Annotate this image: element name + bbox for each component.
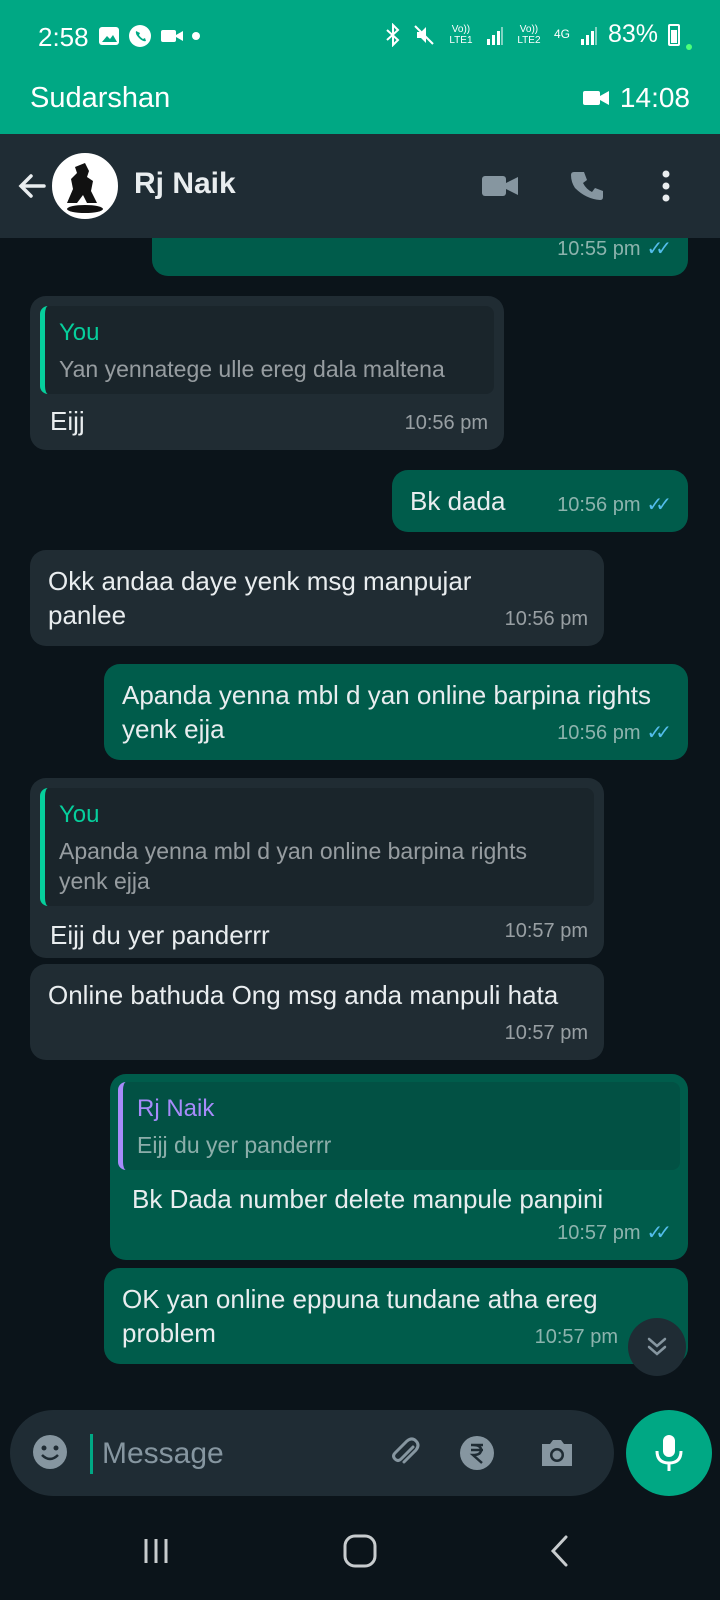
bluetooth-icon: [386, 22, 400, 47]
message-time: 10:56 pm: [504, 608, 588, 630]
video-call-banner-icon: [582, 91, 609, 105]
read-ticks-icon: ✓✓: [646, 494, 671, 516]
message-meta: 10:57 pm ✓✓: [557, 1216, 672, 1250]
notification-icons: [98, 24, 200, 48]
battery-percent: 83%: [607, 20, 658, 48]
message-time: 10:56 pm: [557, 722, 641, 744]
emoji-icon[interactable]: [30, 1432, 70, 1472]
status-time: 2:58: [38, 22, 89, 52]
message-meta: 10:56 pm: [505, 602, 588, 636]
quoted-text: Eijj du yer panderrr: [137, 1132, 332, 1158]
video-notification-icon: [161, 30, 183, 42]
status-bar: 2:58 Vo)) LTE1 Vo)) LTE2 4G 83%: [0, 0, 720, 72]
scroll-down-button[interactable]: [628, 1318, 686, 1376]
nav-back-icon: [550, 1535, 568, 1567]
message-meta: 10:56 pm ✓✓: [557, 716, 672, 750]
sim2-label: Vo)) LTE2: [517, 23, 541, 46]
message-time: 10:57 pm: [557, 1222, 641, 1244]
message-bubble-incoming[interactable]: You Apanda yenna mbl d yan online barpin…: [30, 778, 604, 958]
message-bubble-incoming[interactable]: Okk andaa daye yenk msg manpujar panlee …: [30, 550, 604, 646]
message-text: Online bathuda Ong msg anda manpuli hata: [48, 980, 559, 1010]
message-time: 10:57 pm: [504, 920, 588, 942]
message-time: 10:57 pm: [534, 1326, 618, 1348]
battery-icon: [668, 23, 680, 46]
message-input[interactable]: [102, 1434, 362, 1474]
quoted-sender: You: [59, 801, 100, 828]
rupee-payment-icon[interactable]: [456, 1432, 498, 1474]
message-bubble-outgoing[interactable]: Apanda yenna mbl d yan online barpina ri…: [104, 664, 688, 760]
message-bubble-outgoing[interactable]: Bk dada 10:56 pm ✓✓: [392, 470, 688, 532]
chat-area[interactable]: 10:55 pm ✓✓ You Yan yennatege ulle ereg d…: [0, 238, 720, 1398]
message-bubble-incoming[interactable]: You Yan yennatege ulle ereg dala maltena…: [30, 296, 504, 450]
message-meta: 10:57 pm: [505, 914, 588, 948]
camera-icon[interactable]: [536, 1432, 578, 1474]
home-button[interactable]: [330, 1526, 390, 1576]
recents-icon: [144, 1539, 168, 1563]
quoted-text: Apanda yenna mbl d yan online barpina ri…: [59, 838, 527, 894]
read-ticks-icon: ✓✓: [646, 722, 671, 744]
message-input-bar: [10, 1410, 614, 1496]
whatsapp-notification-icon: [129, 25, 151, 47]
mic-button[interactable]: [626, 1410, 712, 1496]
message-meta: 10:57 pm: [505, 1016, 588, 1050]
recents-button[interactable]: [126, 1526, 186, 1576]
gallery-notification-icon: [99, 27, 119, 45]
more-options-icon[interactable]: [644, 164, 688, 208]
message-meta: 10:56 pm: [405, 406, 488, 440]
network-type: 4G: [553, 27, 570, 41]
message-bubble-outgoing[interactable]: Rj Naik Eijj du yer panderrr Bk Dada num…: [110, 1074, 688, 1260]
quoted-text: Yan yennatege ulle ereg dala maltena: [59, 356, 445, 382]
message-meta: 10:57 pm: [535, 1320, 618, 1354]
signal-1-icon: [486, 26, 503, 45]
quoted-message[interactable]: You Apanda yenna mbl d yan online barpin…: [40, 788, 594, 906]
scroll-down-icon: [647, 1337, 667, 1356]
voice-call-icon[interactable]: [566, 164, 610, 208]
home-icon: [343, 1534, 377, 1568]
chat-title[interactable]: Rj Naik: [134, 167, 236, 201]
text-cursor: [90, 1434, 93, 1474]
more-notifications-dot: [192, 32, 200, 40]
quoted-sender: You: [59, 319, 100, 346]
message-text: Okk andaa daye yenk msg manpujar panlee: [48, 566, 472, 630]
system-nav-bar: [0, 1500, 720, 1600]
back-arrow-icon[interactable]: [14, 168, 50, 204]
message-text: Eijj: [50, 406, 85, 436]
message-text: Bk dada: [410, 486, 506, 516]
message-time: 10:56 pm: [557, 494, 641, 516]
attach-icon[interactable]: [384, 1432, 426, 1474]
avatar-image: [54, 155, 116, 217]
message-bubble-incoming[interactable]: Online bathuda Ong msg anda manpuli hata…: [30, 964, 604, 1060]
signal-2-icon: [580, 26, 597, 45]
message-bubble-outgoing[interactable]: OK yan online eppuna tundane atha ereg p…: [104, 1268, 688, 1364]
chat-header: Rj Naik: [0, 134, 720, 238]
video-call-icon[interactable]: [478, 164, 522, 208]
mute-icon: [414, 24, 434, 45]
read-ticks-icon: ✓✓: [646, 238, 671, 260]
nav-back-button[interactable]: [530, 1526, 590, 1576]
mic-icon: [655, 1435, 683, 1471]
call-duration-text: 14:08: [619, 82, 690, 113]
quoted-message[interactable]: Rj Naik Eijj du yer panderrr: [118, 1082, 680, 1170]
message-time: 10:55 pm: [557, 238, 641, 260]
status-right: Vo)) LTE1 Vo)) LTE2 4G 83%: [384, 20, 680, 49]
call-contact-name: Sudarshan: [30, 82, 171, 114]
ongoing-call-banner[interactable]: Sudarshan 14:08: [0, 72, 720, 134]
read-ticks-icon: ✓✓: [646, 1222, 671, 1244]
avatar[interactable]: [52, 153, 118, 219]
privacy-indicator-dot: [686, 44, 692, 50]
message-meta: 10:56 pm ✓✓: [557, 488, 672, 522]
message-meta: 10:55 pm ✓✓: [557, 238, 672, 266]
quoted-sender: Rj Naik: [137, 1095, 215, 1122]
sim1-label: Vo)) LTE1: [449, 23, 473, 46]
message-text: Eijj du yer panderrr: [50, 920, 270, 950]
quoted-message[interactable]: You Yan yennatege ulle ereg dala maltena: [40, 306, 494, 394]
message-time: 10:56 pm: [404, 412, 488, 434]
call-duration: 14:08: [582, 82, 690, 114]
message-text: Bk Dada number delete manpule panpini: [132, 1184, 604, 1214]
message-time: 10:57 pm: [504, 1022, 588, 1044]
message-bubble-outgoing[interactable]: 10:55 pm ✓✓: [152, 238, 688, 276]
